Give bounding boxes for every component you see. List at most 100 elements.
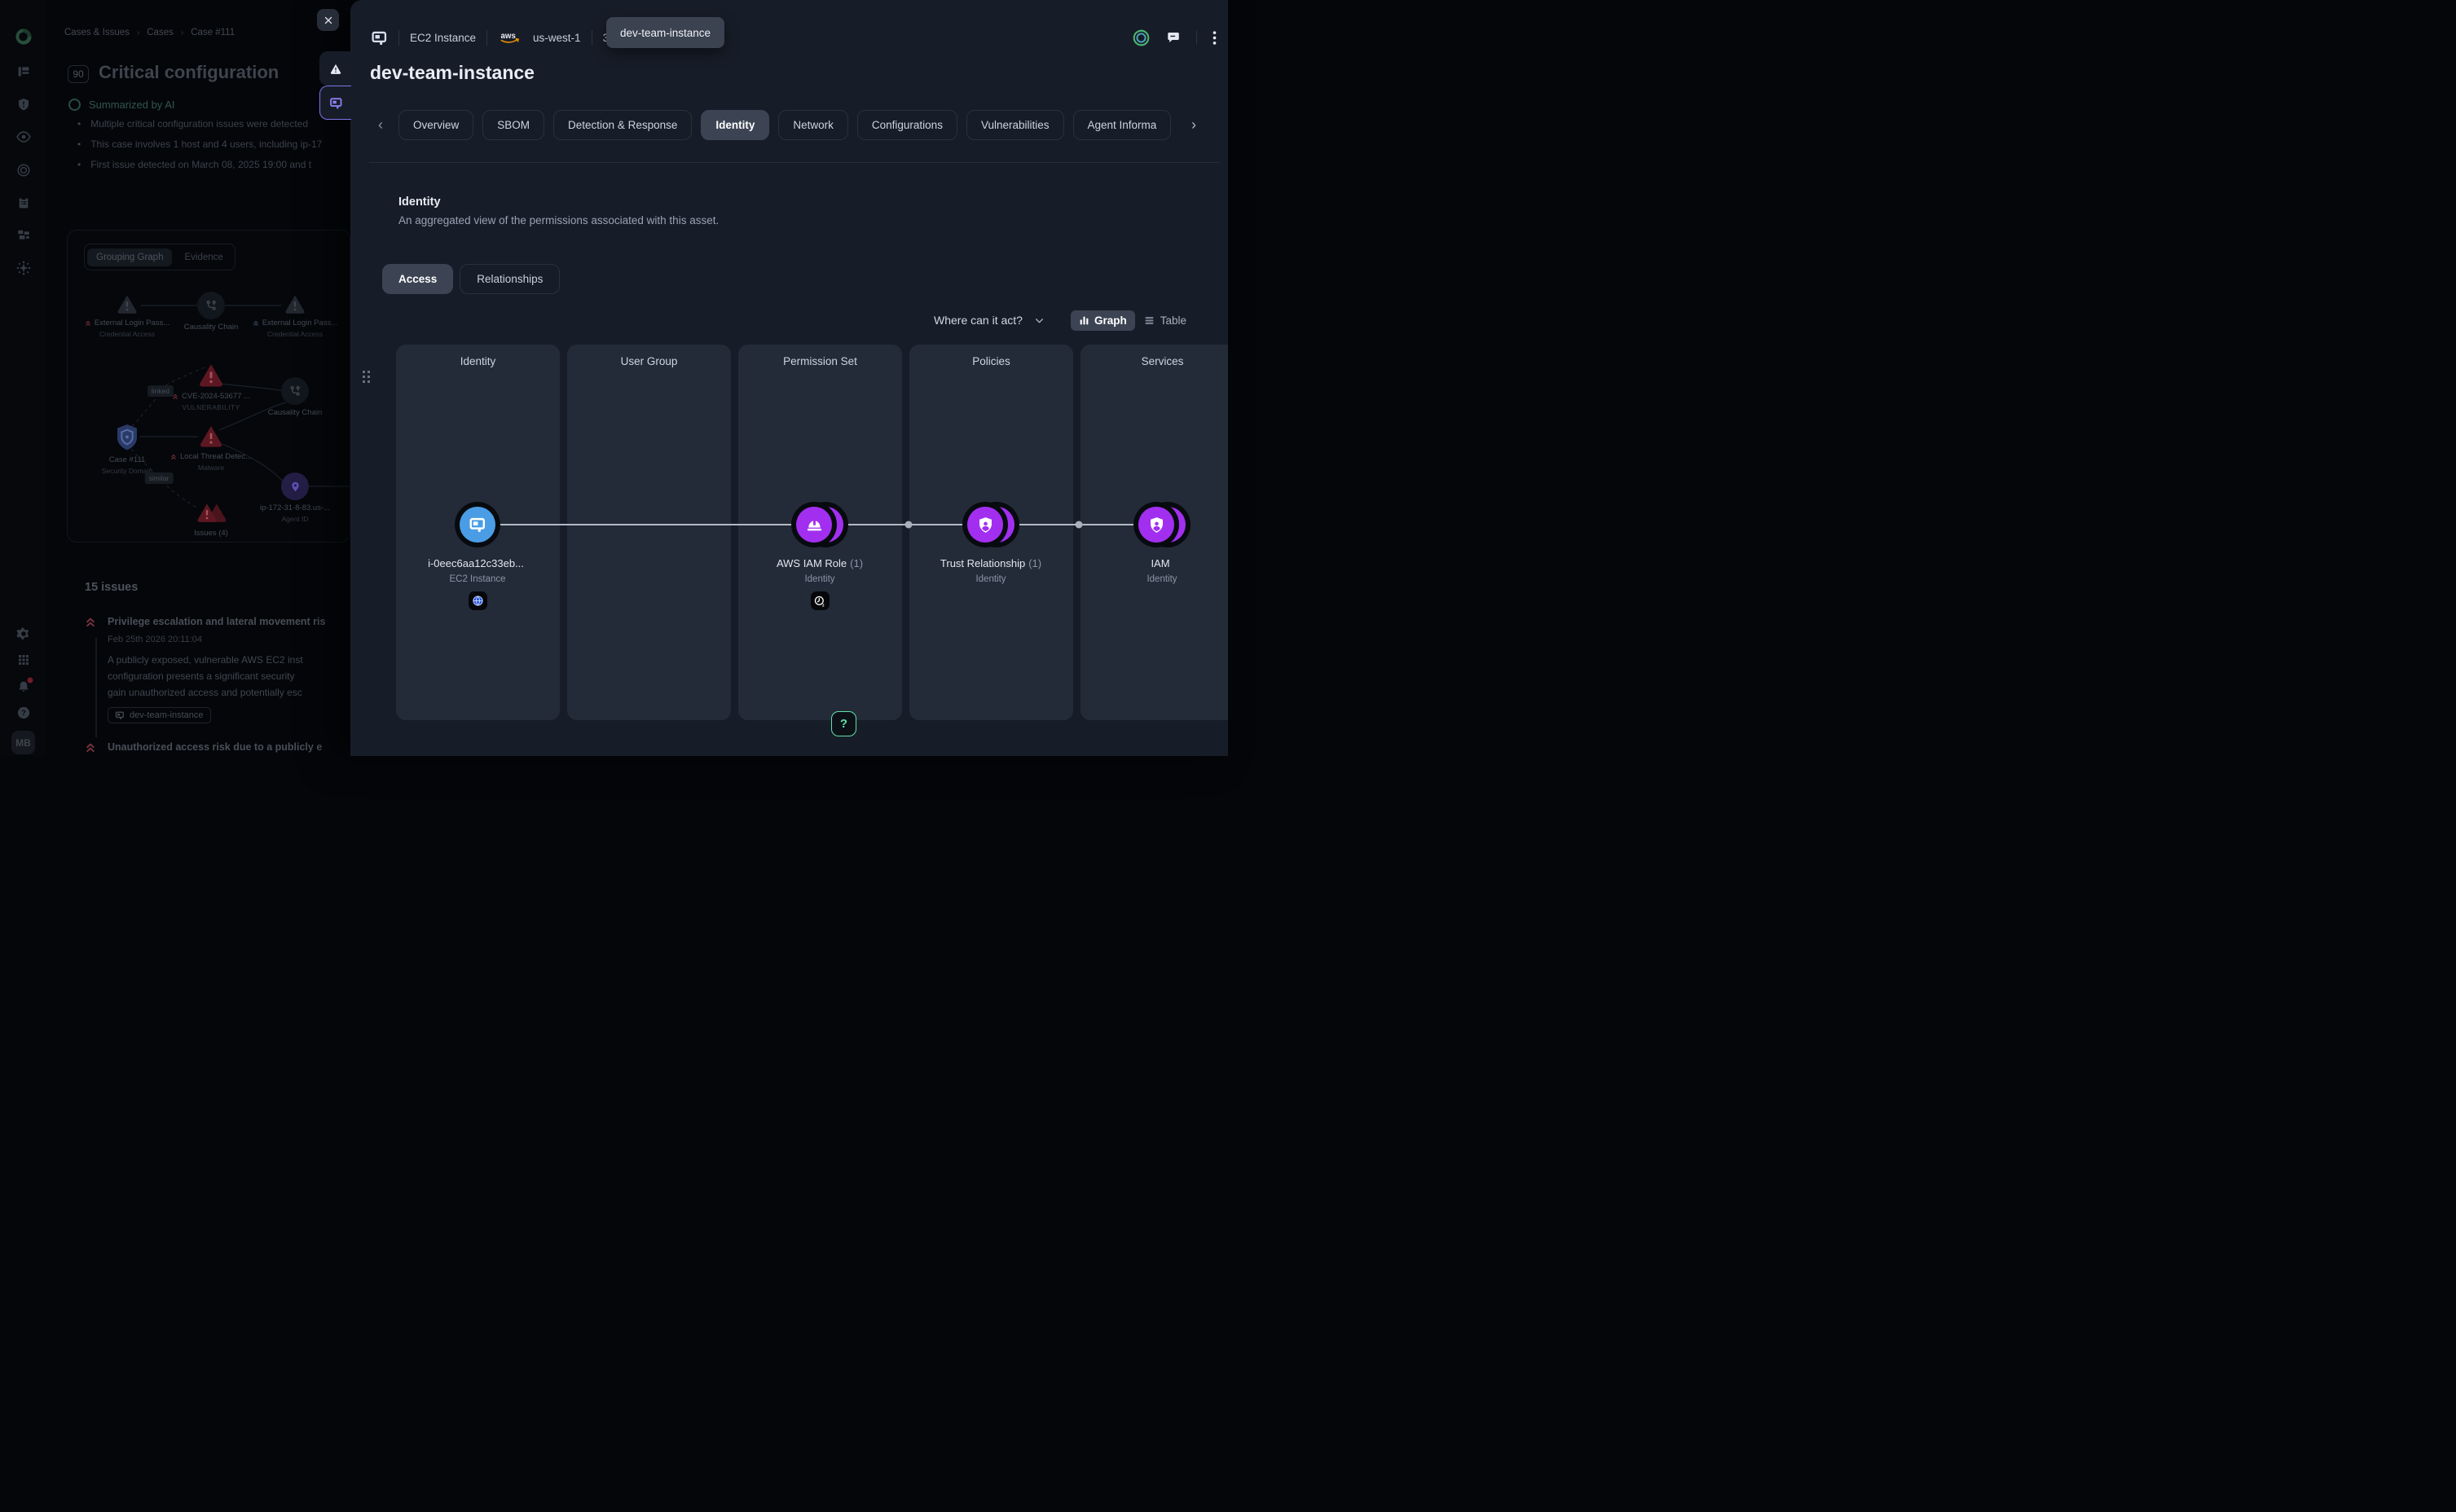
settings-gear-icon[interactable] bbox=[16, 627, 30, 641]
comment-icon[interactable] bbox=[1166, 30, 1181, 45]
svg-text:aws: aws bbox=[501, 32, 516, 41]
edge-label-similar: similar bbox=[145, 472, 174, 484]
graph-card-tabs: Grouping Graph Evidence bbox=[84, 244, 235, 270]
breadcrumb: Cases & Issues › Cases › Case #111 bbox=[64, 28, 235, 37]
breadcrumb-case-111[interactable]: Case #111 bbox=[191, 28, 235, 37]
drawer-tab-alert[interactable] bbox=[319, 51, 351, 86]
notifications-bell-icon[interactable] bbox=[16, 680, 30, 694]
graph-node-iam[interactable]: IAM Identity bbox=[1076, 502, 1228, 584]
case-panel: Cases & Issues › Cases › Case #111 90 Cr… bbox=[46, 0, 350, 756]
avatar[interactable]: MB bbox=[11, 731, 35, 754]
tab-identity[interactable]: Identity bbox=[701, 110, 769, 140]
tab-grouping-graph[interactable]: Grouping Graph bbox=[87, 248, 172, 266]
toggle-access[interactable]: Access bbox=[382, 264, 453, 294]
scan-rings-icon[interactable] bbox=[1132, 29, 1151, 47]
svg-text:z: z bbox=[822, 603, 825, 607]
region-label: us-west-1 bbox=[533, 32, 581, 44]
sidebar-item-target[interactable] bbox=[16, 163, 31, 178]
sidebar-item-reports[interactable] bbox=[17, 196, 30, 210]
issues-heading: 15 issues bbox=[85, 581, 138, 594]
ai-bullet: This case involves 1 host and 4 users, i… bbox=[90, 139, 322, 149]
chevron-right-icon: › bbox=[181, 29, 183, 37]
ai-bullet: Multiple critical configuration issues w… bbox=[90, 119, 308, 129]
ai-ring-icon bbox=[68, 99, 81, 111]
asset-tabs: ‹ Overview SBOM Detection & Response Ide… bbox=[350, 109, 1228, 140]
grouping-graph-card: Grouping Graph Evidence External Login P… bbox=[67, 230, 350, 543]
tab-network[interactable]: Network bbox=[778, 110, 848, 140]
tab-overview[interactable]: Overview bbox=[398, 110, 473, 140]
tab-detection-response[interactable]: Detection & Response bbox=[553, 110, 692, 140]
shield-person-icon bbox=[976, 516, 995, 534]
app-window: ? MB Cases & Issues › Cases › Case #111 … bbox=[0, 0, 1228, 756]
severity-icon bbox=[85, 320, 91, 327]
issue-description: A publicly exposed, vulnerable AWS EC2 i… bbox=[108, 652, 325, 701]
drawer-actions bbox=[1132, 23, 1217, 52]
section-heading: Identity bbox=[398, 196, 441, 209]
drawer-tab-asset[interactable] bbox=[319, 86, 351, 120]
issue-title[interactable]: Unauthorized access risk due to a public… bbox=[108, 741, 322, 758]
tab-configurations[interactable]: Configurations bbox=[857, 110, 957, 140]
sidebar-item-dashboard[interactable] bbox=[16, 65, 30, 79]
critical-severity-icon bbox=[85, 741, 96, 758]
toggle-relationships[interactable]: Relationships bbox=[460, 264, 560, 294]
section-description: An aggregated view of the permissions as… bbox=[398, 214, 719, 226]
view-toggle-table[interactable]: Table bbox=[1143, 314, 1186, 327]
tabs-divider bbox=[369, 162, 1220, 163]
mini-node-issues[interactable]: Issues (4) bbox=[158, 501, 264, 538]
sidebar-item-visibility[interactable] bbox=[15, 130, 31, 145]
tab-vulnerabilities[interactable]: Vulnerabilities bbox=[966, 110, 1064, 140]
issue-item[interactable]: Privilege escalation and lateral movemen… bbox=[85, 616, 354, 724]
act-filter-label[interactable]: Where can it act? bbox=[934, 314, 1023, 327]
ai-bullet: First issue detected on March 08, 2025 1… bbox=[90, 160, 311, 169]
drawer-resize-handle[interactable] bbox=[363, 371, 370, 383]
apps-grid-icon[interactable] bbox=[17, 653, 30, 666]
bar-chart-icon bbox=[1079, 315, 1089, 326]
ai-summary-bullets: •Multiple critical configuration issues … bbox=[77, 119, 351, 180]
close-drawer-button[interactable] bbox=[317, 9, 339, 31]
tabs-scroll-left-icon[interactable]: ‹ bbox=[371, 116, 390, 134]
aws-logo-icon: aws bbox=[498, 29, 522, 46]
monitor-icon bbox=[329, 96, 343, 110]
graph-node-trust-relationship[interactable]: Trust Relationship(1) Identity bbox=[905, 502, 1076, 584]
mini-node-threat[interactable]: Local Threat Detec... Malware bbox=[158, 423, 264, 472]
help-circle-icon[interactable]: ? bbox=[16, 706, 30, 720]
access-mode-toggle: Access Relationships bbox=[382, 264, 560, 294]
breadcrumb-cases[interactable]: Cases bbox=[147, 28, 174, 37]
notification-dot bbox=[27, 678, 33, 683]
help-button[interactable]: ? bbox=[831, 711, 856, 736]
nav-rail: ? MB bbox=[0, 0, 46, 756]
asset-name-tooltip: dev-team-instance bbox=[606, 17, 724, 48]
graph-node-iam-role[interactable]: AWS IAM Role(1) Identity z bbox=[734, 502, 905, 610]
severity-icon bbox=[253, 320, 259, 327]
mini-node-causality-chain[interactable]: Causality Chain bbox=[242, 377, 348, 417]
chevron-right-icon: › bbox=[137, 29, 139, 37]
issue-timestamp: Feb 25th 2026 20:11:04 bbox=[108, 635, 325, 644]
chevron-down-icon[interactable] bbox=[1034, 315, 1045, 326]
causality-chain-icon bbox=[197, 292, 225, 319]
sidebar-item-ai[interactable] bbox=[15, 261, 31, 276]
column-user-group: User Group bbox=[567, 345, 731, 720]
tab-evidence[interactable]: Evidence bbox=[175, 248, 231, 266]
sidebar-item-risks[interactable] bbox=[16, 98, 30, 112]
graph-controls: Where can it act? Graph Table bbox=[934, 308, 1186, 332]
tab-sbom[interactable]: SBOM bbox=[482, 110, 544, 140]
tab-agent-information[interactable]: Agent Informa bbox=[1073, 110, 1172, 140]
tabs-scroll-right-icon[interactable]: › bbox=[1184, 116, 1204, 134]
asset-tag-chip[interactable]: dev-team-instance bbox=[108, 707, 211, 723]
kebab-menu-icon[interactable] bbox=[1213, 30, 1217, 46]
hard-hat-icon bbox=[805, 516, 824, 534]
mini-node-alert[interactable]: External Login Pass... Credential Access bbox=[242, 292, 348, 338]
monitor-icon bbox=[371, 29, 388, 46]
access-graph: Identity User Group Permission Set Polic… bbox=[396, 345, 1228, 720]
brand-logo-icon[interactable] bbox=[14, 28, 33, 46]
graph-node-ec2-instance[interactable]: i-0eec6aa12c33eb... EC2 Instance bbox=[396, 502, 563, 610]
shield-person-icon bbox=[1147, 516, 1166, 534]
svg-text:?: ? bbox=[21, 709, 26, 717]
issue-title[interactable]: Privilege escalation and lateral movemen… bbox=[108, 616, 325, 627]
monitor-icon bbox=[469, 516, 486, 534]
breadcrumb-cases-issues[interactable]: Cases & Issues bbox=[64, 28, 130, 37]
issue-item[interactable]: Unauthorized access risk due to a public… bbox=[85, 741, 354, 758]
agent-pin-icon bbox=[281, 472, 309, 500]
view-toggle-graph[interactable]: Graph bbox=[1071, 310, 1135, 331]
sidebar-item-inventory[interactable] bbox=[16, 227, 31, 242]
